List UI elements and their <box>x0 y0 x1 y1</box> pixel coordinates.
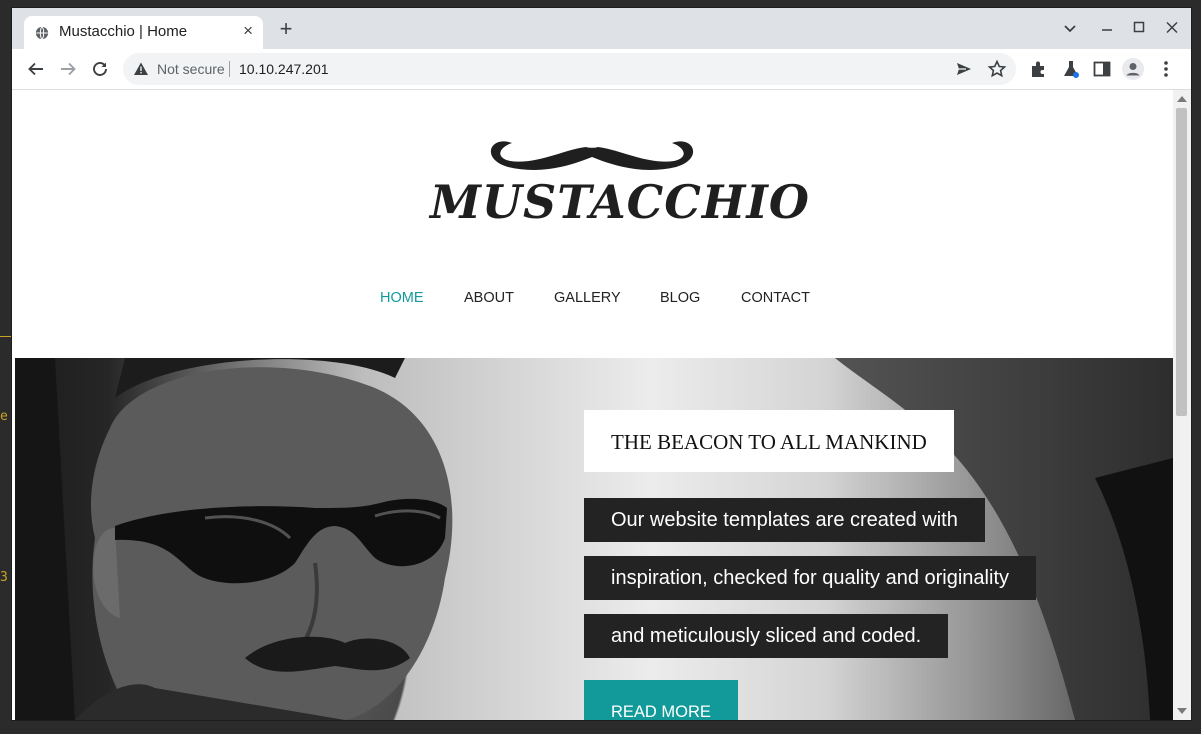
scroll-down-arrow-icon[interactable] <box>1177 708 1187 714</box>
site-logo[interactable]: MUSTACCHIO <box>422 135 810 230</box>
globe-icon <box>35 26 49 40</box>
desktop-edge-text: 3 <box>0 570 8 585</box>
maximize-button[interactable] <box>1127 17 1151 41</box>
logo-wordmark: MUSTACCHIO <box>430 175 810 229</box>
desktop-accent-line <box>0 336 12 337</box>
arrow-right-icon <box>61 62 76 76</box>
minimize-icon <box>1102 29 1112 31</box>
omnibox-divider <box>229 61 230 77</box>
maximize-icon <box>1133 21 1145 33</box>
scroll-up-arrow-icon[interactable] <box>1177 96 1187 102</box>
nav-item-blog[interactable]: BLOG <box>660 290 700 306</box>
avatar-icon <box>1126 63 1140 76</box>
page-scrollbar[interactable] <box>1173 90 1191 720</box>
security-status-label[interactable]: Not secure <box>157 61 225 77</box>
reload-icon <box>93 62 107 76</box>
forward-button[interactable] <box>56 57 80 81</box>
page-viewport: MUSTACCHIO HOME ABOUT GALLERY BLOG CONTA… <box>12 90 1173 720</box>
hero-text-line: inspiration, checked for quality and ori… <box>584 556 1036 600</box>
tab-title: Mustacchio | Home <box>59 23 188 40</box>
new-tab-button[interactable]: + <box>275 18 297 41</box>
tab-close-button[interactable]: × <box>243 21 253 41</box>
tab-search-button[interactable] <box>1058 17 1082 41</box>
tab-strip: Mustacchio | Home × + <box>12 8 1191 49</box>
nav-item-contact[interactable]: CONTACT <box>741 290 810 306</box>
desktop-edge-text: e <box>0 409 8 424</box>
active-tab[interactable]: Mustacchio | Home × <box>24 16 263 49</box>
close-window-button[interactable] <box>1160 17 1184 41</box>
hero-text-line: and meticulously sliced and coded. <box>584 614 949 658</box>
send-icon[interactable] <box>954 59 974 79</box>
star-icon[interactable] <box>987 59 1007 79</box>
browser-toolbar: Not secure 10.10.247.201 <box>12 49 1191 90</box>
scroll-thumb[interactable] <box>1176 108 1187 416</box>
puzzle-icon[interactable] <box>1028 58 1050 80</box>
close-icon <box>1166 21 1178 34</box>
warning-icon <box>134 62 148 75</box>
nav-item-about[interactable]: ABOUT <box>464 290 514 306</box>
flask-icon[interactable] <box>1060 58 1082 80</box>
main-navigation: HOME ABOUT GALLERY BLOG CONTACT <box>12 284 1173 314</box>
minimize-button[interactable] <box>1095 17 1119 41</box>
arrow-left-icon <box>28 62 43 76</box>
reload-button[interactable] <box>88 57 112 81</box>
url-text[interactable]: 10.10.247.201 <box>239 61 329 77</box>
mustache-icon <box>490 141 694 170</box>
browser-window: Mustacchio | Home × + Not secure 10.10.2… <box>12 8 1191 720</box>
chevron-down-icon <box>1064 25 1076 33</box>
hero-title: THE BEACON TO ALL MANKIND <box>584 410 954 472</box>
hero-banner: THE BEACON TO ALL MANKIND Our website te… <box>15 358 1173 720</box>
nav-item-gallery[interactable]: GALLERY <box>554 290 621 306</box>
nav-item-home[interactable]: HOME <box>380 290 424 306</box>
profile-button[interactable] <box>1122 58 1144 80</box>
side-panel-icon[interactable] <box>1091 58 1113 80</box>
hero-text-line: Our website templates are created with <box>584 498 985 542</box>
read-more-button[interactable]: READ MORE <box>584 680 738 720</box>
back-button[interactable] <box>24 57 48 81</box>
address-bar[interactable]: Not secure 10.10.247.201 <box>123 53 1016 85</box>
kebab-menu-icon[interactable] <box>1155 58 1177 80</box>
